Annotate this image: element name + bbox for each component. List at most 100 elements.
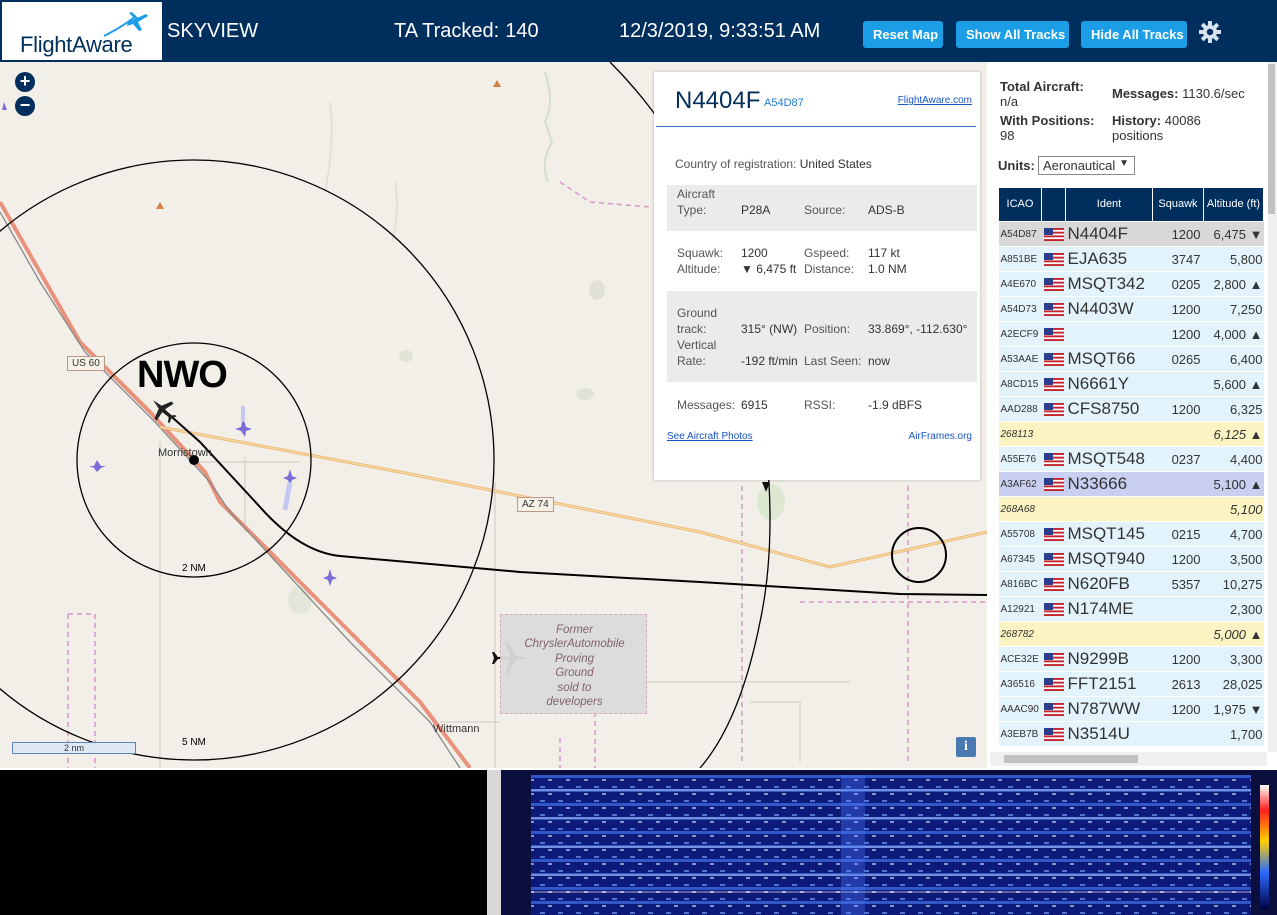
table-row[interactable]: A55E76 MSQT548 0237 4,400 — [998, 446, 1264, 472]
table-row[interactable]: A8CD15 N6661Y 5,600 ▲ — [998, 371, 1264, 397]
table-row[interactable]: AAAC90 N787WW 1200 1,975 ▼ — [998, 696, 1264, 722]
table-row[interactable]: A54D87 N4404F 1200 6,475 ▼ — [998, 221, 1264, 247]
cell-flag — [1041, 721, 1066, 747]
cell-altitude: 3,300 — [1203, 646, 1264, 672]
cell-flag — [1041, 571, 1066, 597]
zoom-out-button[interactable]: − — [15, 96, 35, 116]
cell-ident — [1065, 421, 1153, 447]
cell-altitude: 5,100 — [1203, 496, 1264, 522]
squawk-value: 1200 — [741, 246, 768, 260]
table-row[interactable]: 268A68 5,100 — [998, 496, 1264, 522]
table-row[interactable]: A55708 MSQT145 0215 4,700 — [998, 521, 1264, 547]
table-row[interactable]: A54D73 N4403W 1200 7,250 — [998, 296, 1264, 322]
cell-ident: N4403W — [1065, 296, 1153, 322]
show-all-tracks-button[interactable]: Show All Tracks — [956, 21, 1069, 48]
cell-squawk — [1152, 371, 1204, 397]
cell-flag — [1041, 246, 1066, 272]
table-row[interactable]: A816BC N620FB 5357 10,275 — [998, 571, 1264, 597]
cell-flag — [1041, 221, 1066, 247]
table-row[interactable]: AAD288 CFS8750 1200 6,325 — [998, 396, 1264, 422]
cell-flag — [1041, 746, 1066, 747]
table-row[interactable]: A3AF62 N33666 5,100 ▲ — [998, 471, 1264, 497]
table-row[interactable]: ACE32E N9299B 1200 3,300 — [998, 646, 1264, 672]
bottom-panel-divider[interactable] — [487, 770, 501, 915]
table-row[interactable]: 268113 6,125 ▲ — [998, 421, 1264, 447]
with-positions-label: With Positions: — [1000, 113, 1095, 128]
table-row[interactable]: A3EB7B N3514U 1,700 — [998, 721, 1264, 747]
cell-squawk — [1152, 621, 1204, 647]
zoom-in-button[interactable]: + — [15, 72, 35, 92]
reset-map-button[interactable]: Reset Map — [863, 21, 943, 48]
cell-flag — [1041, 321, 1066, 347]
cell-flag — [1041, 646, 1066, 672]
cell-altitude: 10,275 — [1203, 571, 1264, 597]
scrollbar-thumb[interactable] — [1268, 64, 1275, 214]
detail-divider — [656, 126, 976, 127]
us-flag-icon — [1043, 478, 1064, 492]
column-header-flag[interactable] — [1041, 187, 1066, 222]
cell-ident — [1065, 621, 1153, 647]
gear-icon[interactable] — [1198, 20, 1222, 44]
cell-altitude: 2,800 ▲ — [1203, 271, 1264, 297]
cell-ident: MSQT66 — [1065, 346, 1153, 372]
waterfall-color-scale — [1260, 785, 1269, 910]
column-header-ident[interactable]: Ident — [1065, 187, 1153, 222]
cell-altitude: 6,475 ▼ — [1203, 221, 1264, 247]
list-vertical-scrollbar[interactable] — [1268, 62, 1277, 752]
units-label: Units: — [998, 158, 1035, 173]
country-value: United States — [799, 157, 872, 171]
tracked-count: TA Tracked: 140 — [394, 20, 539, 43]
aircraft-table-container[interactable]: ICAO Ident Squawk Altitude (ft) A54D87 N4… — [998, 187, 1265, 747]
us-flag-icon — [1043, 253, 1064, 267]
vertical-rate-value: -192 ft/min — [741, 354, 798, 368]
table-row[interactable]: A851BE EJA635 3747 5,800 — [998, 246, 1264, 272]
cell-flag — [1041, 396, 1066, 422]
distance-label: Distance: — [804, 262, 855, 276]
cell-squawk: 1200 — [1152, 321, 1204, 347]
cell-altitude: 5,000 ▲ — [1203, 621, 1264, 647]
scrollbar-thumb[interactable] — [1004, 755, 1138, 763]
us-flag-icon — [1043, 653, 1064, 667]
airframes-link[interactable]: AirFrames.org — [909, 431, 972, 442]
cell-icao: 268CD8 — [998, 746, 1042, 747]
cell-icao: A54D87 — [998, 221, 1042, 247]
table-row[interactable]: 268CD8 1,700 — [998, 746, 1264, 747]
airport-label: NWO — [137, 354, 228, 396]
column-header-squawk[interactable]: Squawk — [1152, 187, 1204, 222]
table-row[interactable]: A53AAE MSQT66 0265 6,400 — [998, 346, 1264, 372]
hide-all-tracks-button[interactable]: Hide All Tracks — [1081, 21, 1187, 48]
cell-ident: N3514U — [1065, 721, 1153, 747]
town-label-wittmann: Wittmann — [433, 723, 480, 735]
last-seen-label: Last Seen: — [804, 354, 862, 368]
map-scale-bar: 2 nm — [12, 742, 136, 754]
units-select[interactable]: Aeronautical ▼ — [1038, 156, 1135, 175]
cell-icao: A55708 — [998, 521, 1042, 547]
column-header-icao[interactable]: ICAO — [998, 187, 1042, 222]
proving-ground-line: Ground — [555, 667, 594, 680]
cell-icao: 268113 — [998, 421, 1042, 447]
table-row[interactable]: A2ECF9 1200 4,000 ▲ — [998, 321, 1264, 347]
cell-ident: N4404F — [1065, 221, 1153, 247]
cell-altitude: 1,975 ▼ — [1203, 696, 1264, 722]
aircraft-photos-link[interactable]: See Aircraft Photos — [667, 431, 753, 442]
with-positions-stat: With Positions: 98 — [1000, 113, 1105, 143]
cell-squawk: 1200 — [1152, 646, 1204, 672]
current-datetime: 12/3/2019, 9:33:51 AM — [619, 20, 821, 42]
table-row[interactable]: A12921 N174ME 2,300 — [998, 596, 1264, 622]
cell-icao: A4E670 — [998, 271, 1042, 297]
cell-icao: AAD288 — [998, 396, 1042, 422]
table-row[interactable]: A4E670 MSQT342 0205 2,800 ▲ — [998, 271, 1264, 297]
detail-icao-hex[interactable]: A54D87 — [764, 97, 804, 109]
cell-altitude: 5,600 ▲ — [1203, 371, 1264, 397]
flightaware-logo[interactable]: FlightAware — [2, 2, 162, 60]
table-row[interactable]: A36516 FFT2151 2613 28,025 — [998, 671, 1264, 697]
road-shield-az74: AZ 74 — [517, 497, 554, 512]
cell-ident: CFS8750 — [1065, 396, 1153, 422]
list-horizontal-scrollbar[interactable] — [990, 752, 1267, 766]
cell-ident: MSQT145 — [1065, 521, 1153, 547]
table-row[interactable]: 268782 5,000 ▲ — [998, 621, 1264, 647]
flightaware-link[interactable]: FlightAware.com — [898, 95, 972, 106]
table-row[interactable]: A67345 MSQT940 1200 3,500 — [998, 546, 1264, 572]
map-info-button[interactable]: i — [956, 737, 976, 757]
column-header-altitude[interactable]: Altitude (ft) — [1203, 187, 1264, 222]
